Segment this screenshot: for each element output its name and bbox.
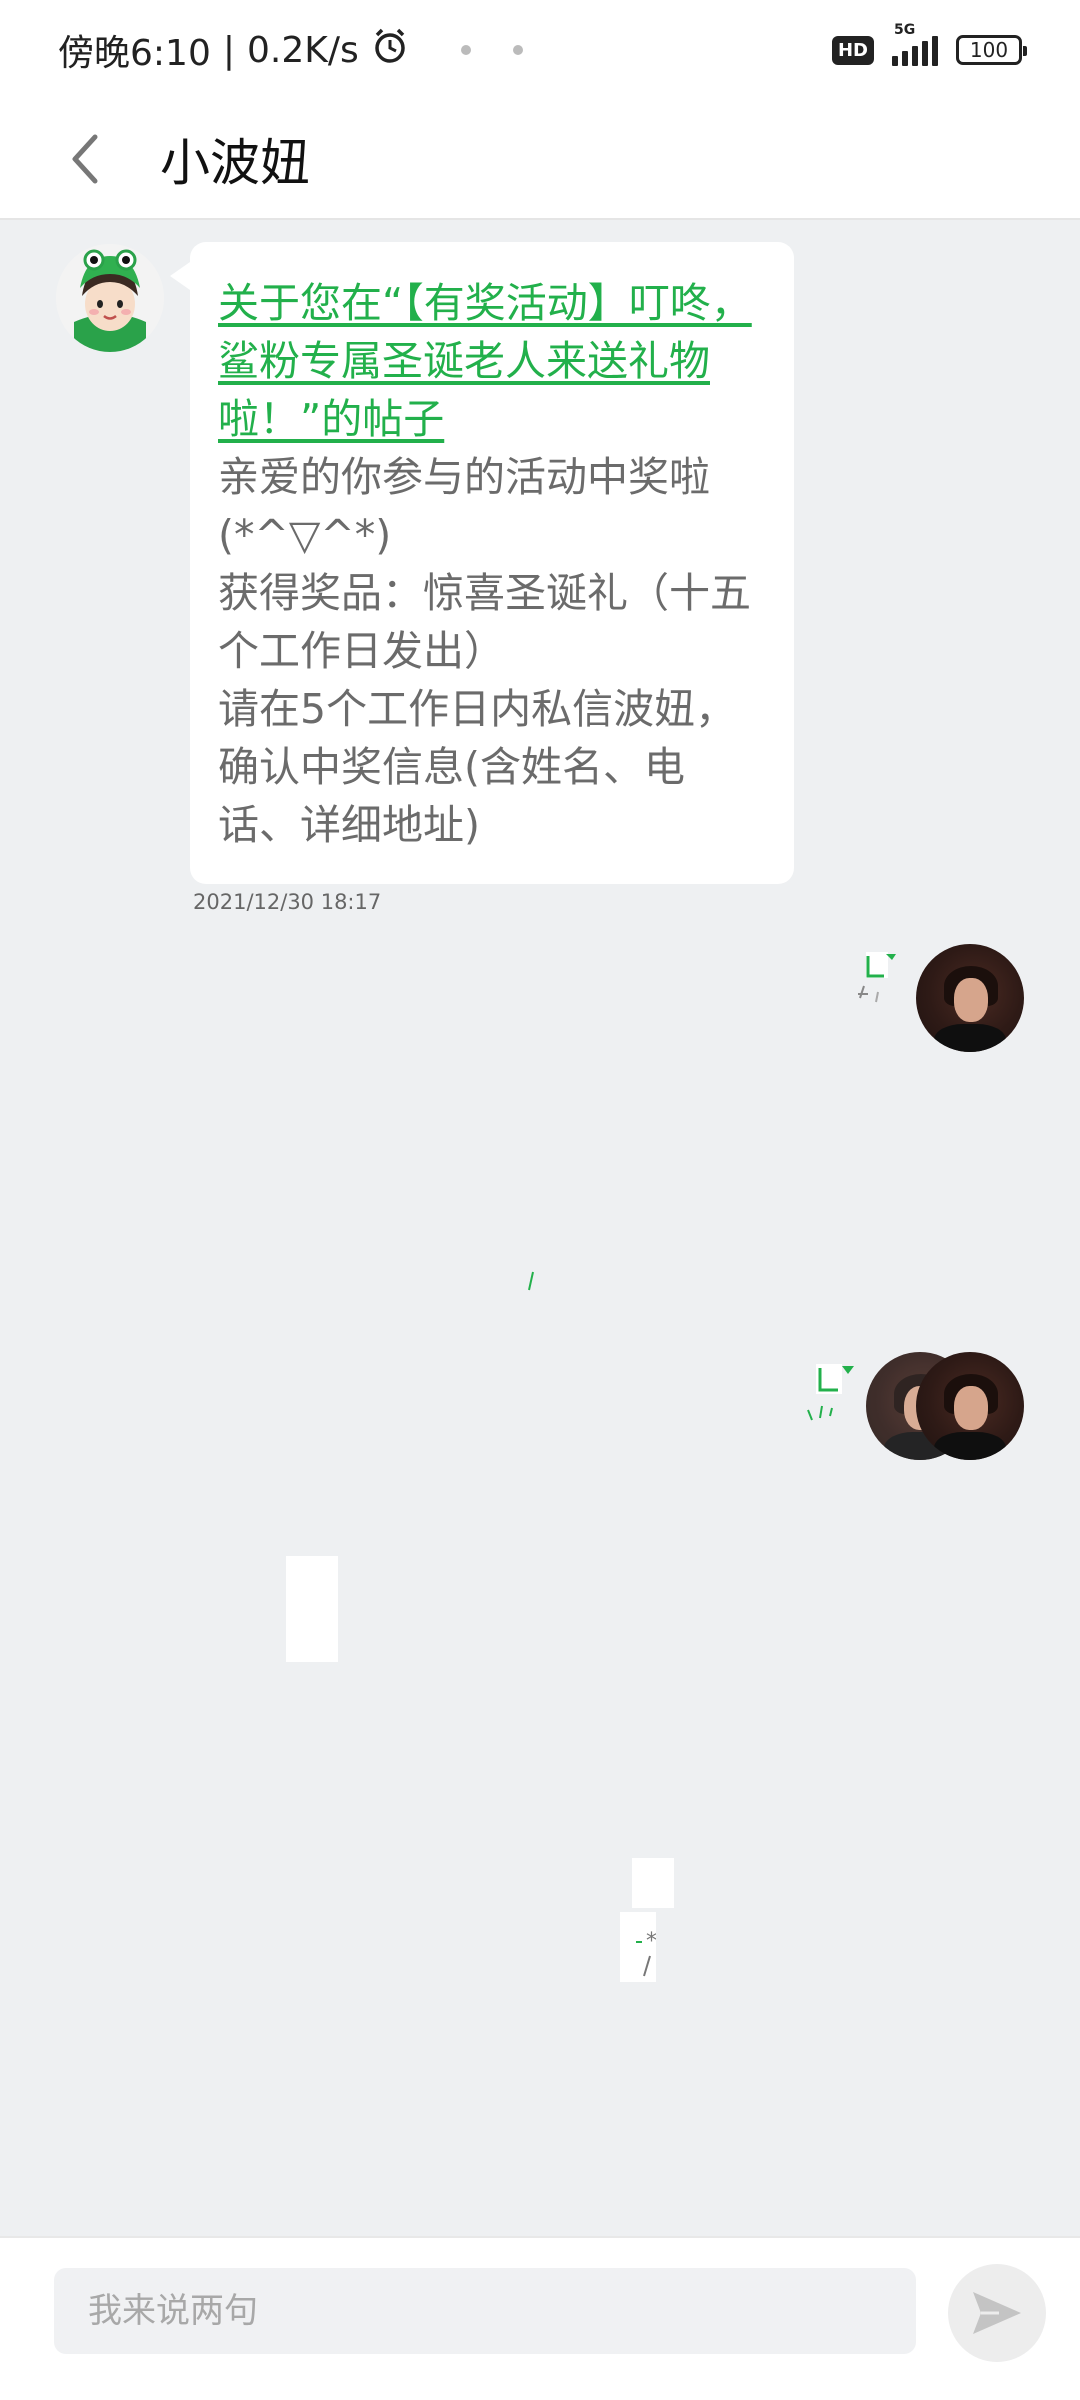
message-timestamp: 2021/12/30 18:17	[193, 890, 382, 914]
render-artifact-block-2	[632, 1858, 674, 1908]
status-right: HD 5G 100	[831, 22, 1027, 66]
notification-dot-icon-2	[512, 45, 523, 55]
post-link[interactable]: 关于您在“【有奖活动】叮咚，鲨粉专属圣诞老人来送礼物啦！”的帖子	[218, 274, 766, 448]
hd-badge: HD	[831, 35, 874, 65]
chevron-left-icon	[72, 134, 98, 184]
message-line-2: 获得奖品：惊喜圣诞礼（十五个工作日发出）	[218, 569, 751, 675]
message-line-1: 亲爱的你参与的活动中奖啦(*^▽^*)	[218, 453, 710, 559]
render-artifact-block	[286, 1556, 338, 1662]
svg-text:*: *	[646, 1929, 656, 1954]
sent-image-fragment-2[interactable]	[802, 1350, 874, 1450]
composer-bar	[0, 2236, 1080, 2400]
send-button[interactable]	[948, 2264, 1046, 2362]
girl-avatar-icon	[56, 244, 164, 352]
status-left: 傍晚6:10 | 0.2K/s	[58, 24, 523, 76]
alarm-icon	[371, 27, 409, 74]
self-avatar[interactable]	[916, 944, 1024, 1052]
message-bubble[interactable]: 关于您在“【有奖活动】叮咚，鲨粉专属圣诞老人来送礼物啦！”的帖子 亲爱的你参与的…	[170, 242, 794, 884]
battery-icon: 100	[956, 35, 1027, 65]
chat-area[interactable]: 关于您在“【有奖活动】叮咚，鲨粉专属圣诞老人来送礼物啦！”的帖子 亲爱的你参与的…	[0, 222, 1080, 2220]
status-speed: 0.2K/s	[246, 29, 359, 71]
back-button[interactable]	[30, 99, 140, 219]
message-input[interactable]	[54, 2268, 916, 2354]
render-artifact	[526, 1270, 536, 1292]
notification-dot-icon	[460, 45, 471, 55]
signal-icon: 5G	[892, 22, 938, 66]
render-artifact-block-3: *	[620, 1912, 657, 1982]
message-line-3: 请在5个工作日内私信波妞，确认中奖信息(含姓名、电话、详细地址)	[218, 685, 737, 849]
send-icon	[973, 2292, 1021, 2334]
battery-level: 100	[969, 38, 1009, 62]
status-time: 傍晚6:10	[58, 33, 211, 74]
page-title: 小波妞	[160, 134, 310, 192]
self-avatar-2[interactable]	[916, 1352, 1024, 1460]
status-bar: 傍晚6:10 | 0.2K/s HD 5G 100	[0, 0, 1080, 100]
avatar[interactable]	[56, 244, 164, 352]
chat-header: 小波妞	[0, 100, 1080, 220]
network-type: 5G	[894, 22, 916, 38]
status-separator: |	[222, 29, 235, 71]
sent-image-fragment[interactable]	[850, 942, 910, 1032]
